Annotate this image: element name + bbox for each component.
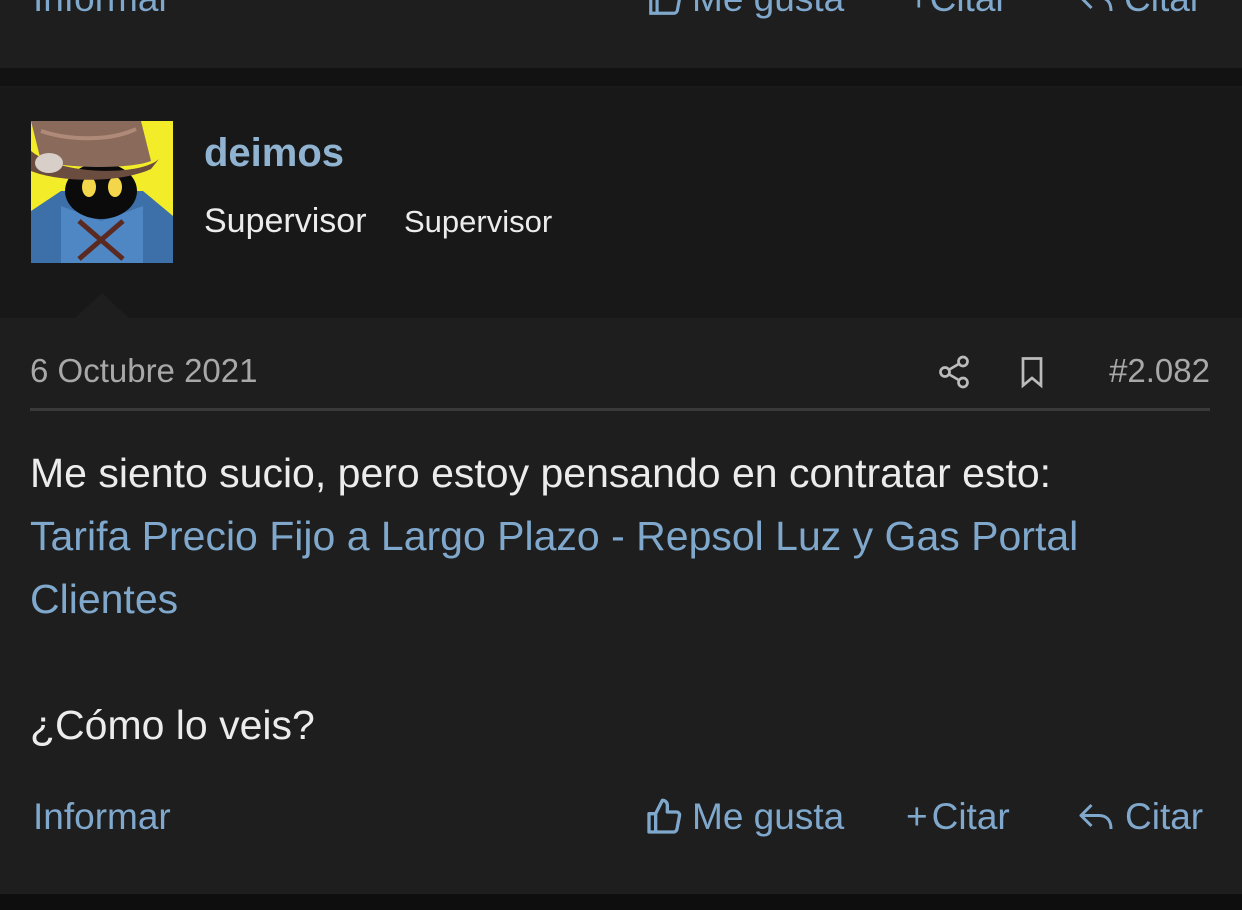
- bottom-separator: [0, 894, 1242, 910]
- plus-quote-button[interactable]: + Citar: [906, 796, 1010, 838]
- post-actions: Informar Me gusta + Citar Citar: [0, 796, 1242, 856]
- prev-reply-label: Citar: [1124, 0, 1202, 20]
- like-button[interactable]: Me gusta: [644, 796, 844, 838]
- previous-post-footer: Informar Me gusta + Citar Citar: [0, 0, 1242, 68]
- prev-like-label: Me gusta: [692, 0, 844, 20]
- user-roles: Supervisor Supervisor: [204, 202, 580, 241]
- reply-label: Citar: [1125, 796, 1204, 837]
- prev-report-link[interactable]: Informar: [33, 0, 171, 20]
- prev-plus-quote-label: Citar: [930, 0, 1008, 20]
- username[interactable]: deimos: [204, 131, 344, 176]
- post-user-header: deimos Supervisor Supervisor: [0, 88, 1242, 319]
- message-pointer: [74, 293, 130, 319]
- post-content: Me siento sucio, pero estoy pensando en …: [30, 442, 1210, 757]
- reply-icon: [1079, 803, 1113, 830]
- plus-icon: +: [906, 796, 928, 837]
- post-date[interactable]: 6 Octubre 2021: [30, 352, 258, 390]
- thumbs-up-icon: [647, 798, 682, 834]
- post-number[interactable]: #2.082: [1109, 352, 1210, 390]
- post-link[interactable]: Tarifa Precio Fijo a Largo Plazo - Repso…: [30, 513, 1078, 622]
- post-text-question: ¿Cómo lo veis?: [30, 702, 315, 748]
- plus-quote-label: Citar: [931, 796, 1010, 837]
- bookmark-icon[interactable]: [1014, 354, 1050, 390]
- user-banner: Supervisor: [403, 204, 553, 239]
- thumbs-up-icon: [649, 0, 681, 15]
- like-label: Me gusta: [692, 796, 845, 837]
- report-label: Informar: [33, 796, 171, 837]
- post-separator: [0, 68, 1242, 86]
- share-icon[interactable]: [936, 354, 972, 390]
- reply-button[interactable]: Citar: [1075, 796, 1203, 838]
- prev-like-button[interactable]: Me gusta: [646, 0, 844, 20]
- prev-plus-quote-button[interactable]: + Citar: [908, 0, 1008, 20]
- black-mage-avatar-icon: [31, 121, 173, 263]
- user-title: Supervisor: [204, 202, 367, 240]
- reply-icon: [1081, 0, 1113, 12]
- prev-reply-button[interactable]: Citar: [1076, 0, 1202, 20]
- plus-icon: +: [908, 0, 930, 20]
- avatar[interactable]: [31, 121, 173, 263]
- post-body: 6 Octubre 2021 #2.082 Me siento sucio, p…: [0, 318, 1242, 894]
- report-link[interactable]: Informar: [33, 796, 171, 838]
- post-text-intro: Me siento sucio, pero estoy pensando en …: [30, 450, 1052, 496]
- prev-report-label: Informar: [33, 0, 171, 20]
- post-meta: 6 Octubre 2021 #2.082: [30, 352, 1210, 411]
